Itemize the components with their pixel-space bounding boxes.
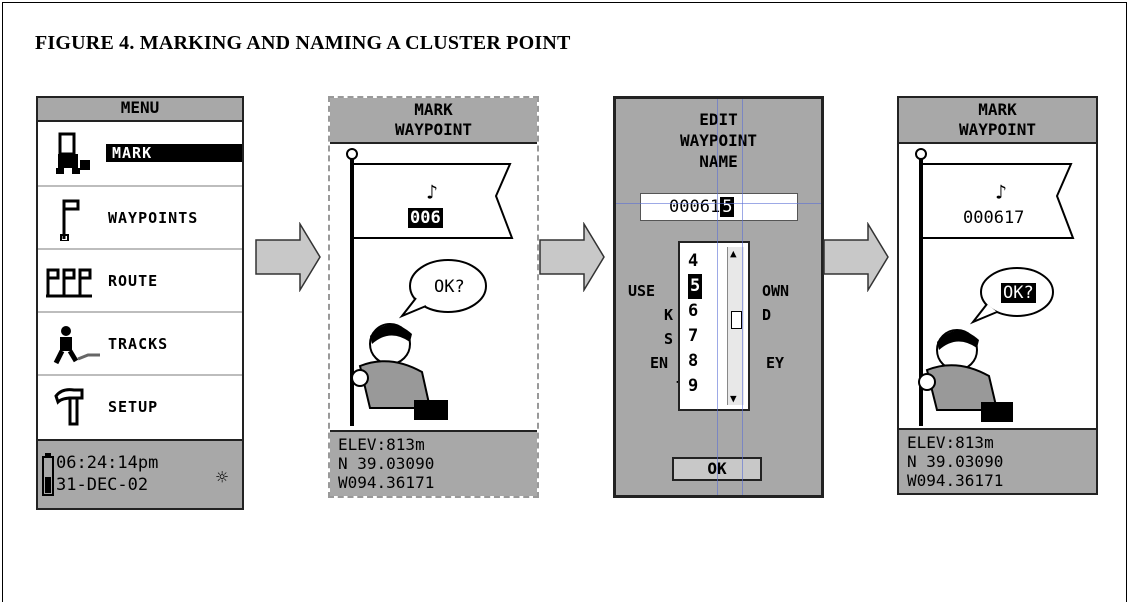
menu-item-mark[interactable]: MARK [38, 122, 242, 185]
header-line: NAME [699, 152, 738, 171]
hint-word: OWN [762, 282, 790, 300]
scroll-thumb[interactable] [731, 311, 742, 329]
header-line: MARK [978, 100, 1017, 119]
crosshair-guide [616, 203, 821, 204]
tracks-icon [53, 326, 100, 365]
header-line: WAYPOINT [394, 120, 473, 139]
name-field[interactable]: 00061 5 [640, 193, 798, 221]
screen-header: EDIT WAYPOINT NAME [616, 109, 821, 172]
digit-picker[interactable]: 4 5 6 7 8 9 ▲ ▼ [678, 241, 750, 411]
menu-item-label: WAYPOINTS [108, 209, 199, 227]
screen-header: MARK WAYPOINT [330, 98, 537, 144]
arrow-right-icon [823, 222, 889, 292]
digit-option[interactable]: 4 [688, 249, 702, 274]
header-line: WAYPOINT [679, 131, 758, 150]
flag-symbol: ♪ [995, 180, 1008, 204]
menu-screen: MENU MARK WAYPOINTS ROUTE TRACKS SETUP 0… [36, 96, 244, 510]
scroll-up-icon[interactable]: ▲ [730, 247, 737, 260]
latitude-readout: N 39.03090 [907, 452, 1004, 471]
screen-header: MARK WAYPOINT [899, 98, 1096, 144]
menu-item-label: MARK [106, 144, 242, 162]
flag-icon [60, 199, 80, 241]
elevation-readout: ELEV:813m [907, 433, 994, 452]
menu-item-label: ROUTE [108, 272, 159, 290]
hint-word: EN [650, 354, 669, 372]
name-cursor: 5 [720, 197, 735, 217]
position-panel: ELEV:813m N 39.03090 W094.36171 [330, 430, 537, 496]
position-panel: ELEV:813m N 39.03090 W094.36171 [899, 428, 1096, 493]
time-readout: 06:24:14pm [56, 453, 159, 473]
ok-bubble-text[interactable]: OK? [434, 277, 465, 297]
header-line: MARK [414, 100, 453, 119]
mark-waypoint-screen-2: MARK WAYPOINT ♪ 000617 OK? ELEV:813m N 3… [897, 96, 1098, 495]
digit-option[interactable]: 6 [688, 299, 702, 324]
header-line: WAYPOINT [958, 120, 1037, 139]
waypoint-name[interactable]: 006 [408, 208, 443, 228]
hint-word: S [664, 330, 674, 348]
crosshair-guide [742, 99, 743, 495]
hint-word: D [762, 306, 772, 324]
backlight-icon: ☼ [216, 465, 229, 489]
mark-waypoint-screen-1: MARK WAYPOINT ♪ 006 OK? ELEV:813m N 39.0… [328, 96, 539, 498]
status-bar: 06:24:14pm 31-DEC-02 ☼ [38, 439, 242, 508]
edit-waypoint-name-screen: EDIT WAYPOINT NAME 00061 5 USE OWN K D S … [613, 96, 824, 498]
digit-option[interactable]: 8 [688, 349, 702, 374]
digit-option-selected[interactable]: 5 [688, 274, 703, 299]
hint-word: EY [766, 354, 785, 372]
menu-item-waypoints[interactable]: WAYPOINTS [38, 185, 242, 250]
waypoint-name[interactable]: 000617 [963, 208, 1024, 228]
name-value: 00061 [669, 197, 721, 217]
hint-word: USE [628, 282, 656, 300]
flag-symbol: ♪ [426, 180, 439, 204]
digit-option[interactable]: 7 [688, 324, 702, 349]
latitude-readout: N 39.03090 [338, 454, 435, 473]
ok-bubble-text[interactable]: OK? [1001, 283, 1036, 303]
arrow-right-icon [255, 222, 321, 292]
date-readout: 31-DEC-02 [56, 475, 149, 495]
longitude-readout: W094.36171 [907, 471, 1004, 490]
menu-header: MENU [38, 98, 242, 122]
menu-item-tracks[interactable]: TRACKS [38, 311, 242, 376]
arrow-right-icon [539, 222, 605, 292]
scroll-down-icon[interactable]: ▼ [730, 392, 737, 405]
hammer-icon [54, 388, 84, 426]
elevation-readout: ELEV:813m [338, 435, 425, 454]
hint-word: K [664, 306, 674, 324]
menu-item-label: TRACKS [108, 335, 169, 353]
menu-item-route[interactable]: ROUTE [38, 248, 242, 313]
crosshair-guide [717, 99, 718, 495]
mark-person-icon [56, 132, 90, 174]
figure-title: FIGURE 4. MARKING AND NAMING A CLUSTER P… [35, 32, 571, 54]
longitude-readout: W094.36171 [338, 473, 435, 492]
digit-option[interactable]: 9 [688, 374, 702, 399]
header-line: EDIT [699, 110, 738, 129]
menu-item-setup[interactable]: SETUP [38, 374, 242, 439]
digit-list: 4 5 6 7 8 9 [688, 249, 703, 399]
battery-icon [42, 453, 54, 496]
menu-item-label: SETUP [108, 398, 159, 416]
route-icon [46, 268, 92, 298]
